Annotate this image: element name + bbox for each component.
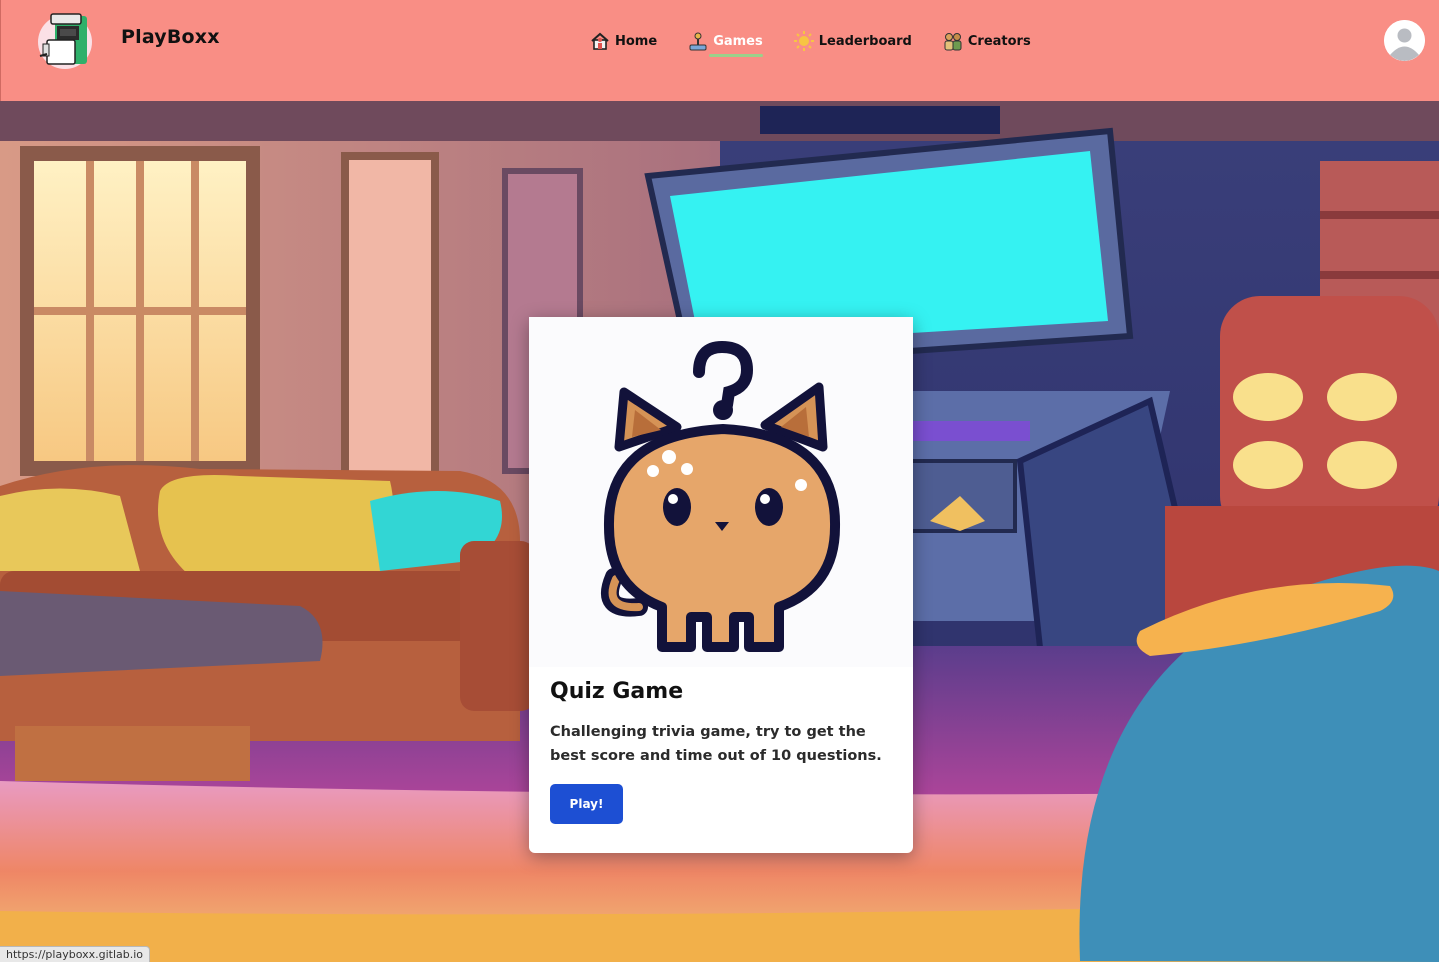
nav-item-label: Games <box>713 33 763 49</box>
arcade-logo-icon[interactable] <box>35 10 95 70</box>
nav-item-creators[interactable]: Creators <box>942 28 1031 54</box>
status-bar-url: https://playboxx.gitlab.io <box>0 946 151 962</box>
nav-item-home[interactable]: Home <box>589 28 657 54</box>
game-description: Challenging trivia game, try to get the … <box>550 724 882 764</box>
quiz-cat-icon <box>529 317 913 667</box>
people-icon <box>944 33 962 51</box>
main-nav: Home Games Leaderboard Creators <box>589 28 1031 57</box>
nav-item-label: Home <box>615 33 658 49</box>
nav-item-label: Leaderboard <box>818 33 912 49</box>
game-title: Quiz Game <box>550 679 684 704</box>
user-avatar-icon[interactable] <box>1384 20 1425 61</box>
play-button[interactable]: Play! <box>550 784 623 824</box>
quiz-game-card: Quiz Game Challenging trivia game, try t… <box>529 317 913 853</box>
brand-name[interactable]: PlayBoxx <box>121 26 220 48</box>
sun-icon <box>793 31 814 51</box>
top-navbar: PlayBoxx Home Games Leaderboard Creators <box>0 0 1439 101</box>
joystick-icon <box>689 32 707 51</box>
house-icon <box>591 32 609 50</box>
nav-item-leaderboard[interactable]: Leaderboard <box>793 28 912 54</box>
nav-item-label: Creators <box>967 33 1031 49</box>
nav-item-games[interactable]: Games <box>687 28 763 57</box>
